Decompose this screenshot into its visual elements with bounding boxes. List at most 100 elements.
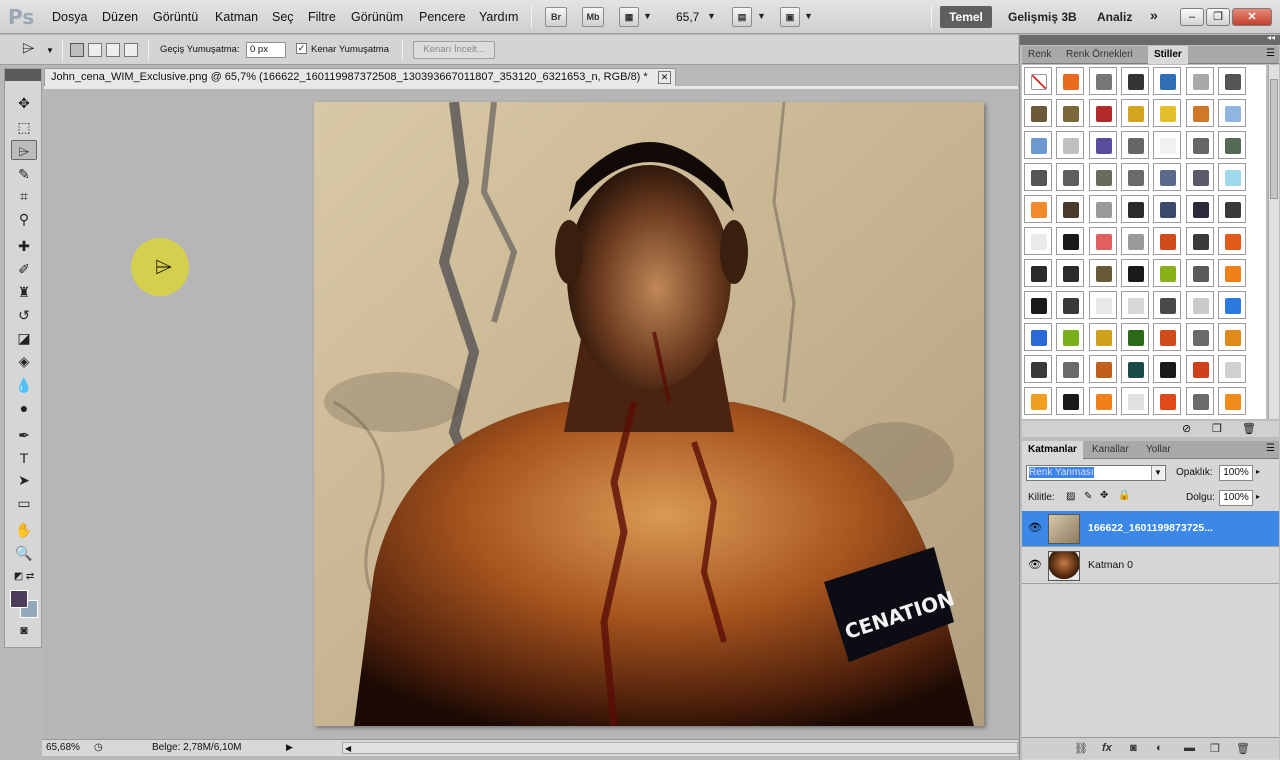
- close-icon[interactable]: ✕: [1232, 8, 1272, 26]
- pen-tool-icon[interactable]: ✒: [11, 425, 37, 445]
- eye-icon[interactable]: 👁: [1028, 521, 1042, 535]
- mini-bridge-button[interactable]: Mb: [582, 7, 604, 27]
- style-swatch[interactable]: [1056, 67, 1085, 95]
- style-swatch[interactable]: [1185, 387, 1214, 415]
- close-document-icon[interactable]: ✕: [658, 71, 671, 84]
- style-swatch[interactable]: [1217, 67, 1246, 95]
- new-selection-icon[interactable]: [70, 43, 84, 57]
- tab-channels[interactable]: Kanallar: [1086, 441, 1135, 459]
- style-swatch[interactable]: [1185, 227, 1214, 255]
- style-swatch[interactable]: [1024, 131, 1052, 159]
- adjustment-layer-icon[interactable]: ◐: [1156, 742, 1163, 754]
- fx-icon[interactable]: fx: [1102, 742, 1112, 754]
- style-swatch[interactable]: [1185, 195, 1214, 223]
- style-swatch[interactable]: [1217, 291, 1246, 319]
- menu-select[interactable]: Seç: [272, 10, 294, 24]
- style-swatch[interactable]: [1185, 163, 1214, 191]
- style-swatch[interactable]: [1056, 195, 1085, 223]
- panel-menu-icon[interactable]: ☰: [1266, 443, 1275, 454]
- more-workspaces-icon[interactable]: »: [1150, 7, 1158, 23]
- style-swatch[interactable]: [1120, 131, 1149, 159]
- blend-mode-select[interactable]: Renk Yanması ▼: [1026, 465, 1166, 481]
- tab-layers[interactable]: Katmanlar: [1022, 441, 1083, 459]
- horizontal-scrollbar[interactable]: ◀: [342, 742, 1018, 754]
- styles-scroll-thumb[interactable]: [1270, 79, 1278, 199]
- layer-row[interactable]: 👁 166622_1601199873725...: [1022, 511, 1279, 547]
- chevron-down-icon[interactable]: ▼: [643, 11, 652, 21]
- style-swatch[interactable]: [1120, 355, 1149, 383]
- style-swatch[interactable]: [1088, 227, 1117, 255]
- tab-styles[interactable]: Stiller: [1148, 46, 1188, 64]
- workspace-essentials-button[interactable]: Temel: [940, 6, 992, 28]
- move-tool-icon[interactable]: ✥: [11, 93, 37, 113]
- style-swatch[interactable]: [1153, 131, 1182, 159]
- lock-position-icon[interactable]: ✥: [1100, 490, 1108, 501]
- feather-input[interactable]: 0 px: [246, 42, 286, 58]
- style-swatch[interactable]: [1153, 99, 1182, 127]
- style-swatch[interactable]: [1024, 163, 1052, 191]
- menu-edit[interactable]: Düzen: [102, 10, 138, 24]
- style-swatch[interactable]: [1056, 259, 1085, 287]
- style-swatch[interactable]: [1024, 227, 1052, 255]
- style-swatch[interactable]: [1185, 323, 1214, 351]
- arrange-documents-icon[interactable]: ▤: [732, 7, 752, 27]
- chevron-down-icon[interactable]: ▼: [757, 11, 766, 21]
- menu-window[interactable]: Pencere: [419, 10, 466, 24]
- trash-icon[interactable]: 🗑: [1236, 742, 1250, 755]
- style-swatch[interactable]: [1056, 99, 1085, 127]
- restore-icon[interactable]: ❐: [1206, 8, 1230, 26]
- zoom-tool-icon[interactable]: 🔍: [11, 543, 37, 563]
- zoom-level[interactable]: 65,7: [676, 10, 699, 24]
- polygonal-lasso-icon[interactable]: ⌲: [22, 40, 34, 58]
- dodge-tool-icon[interactable]: ●: [11, 398, 37, 418]
- layer-row[interactable]: 👁 Katman 0: [1022, 548, 1279, 584]
- document-tab[interactable]: John_cena_WIM_Exclusive.png @ 65,7% (166…: [44, 68, 676, 86]
- shape-tool-icon[interactable]: ▭: [11, 493, 37, 513]
- intersect-selection-icon[interactable]: [124, 43, 138, 57]
- menu-help[interactable]: Yardım: [479, 10, 518, 24]
- type-tool-icon[interactable]: T: [11, 448, 37, 468]
- chevron-down-icon[interactable]: ▼: [46, 46, 54, 55]
- menu-filter[interactable]: Filtre: [308, 10, 336, 24]
- tab-paths[interactable]: Yollar: [1140, 441, 1177, 459]
- status-menu-icon[interactable]: ▶: [286, 740, 293, 755]
- style-swatch[interactable]: [1056, 387, 1085, 415]
- scroll-left-icon[interactable]: ◀: [345, 741, 351, 756]
- minimize-icon[interactable]: –: [1180, 8, 1204, 26]
- style-swatch[interactable]: [1024, 355, 1052, 383]
- style-swatch[interactable]: [1056, 355, 1085, 383]
- style-swatch[interactable]: [1088, 67, 1117, 95]
- marquee-tool-icon[interactable]: ⬚: [11, 117, 37, 137]
- style-swatch[interactable]: [1088, 291, 1117, 319]
- fill-input[interactable]: 100%: [1219, 490, 1253, 506]
- opacity-input[interactable]: 100%: [1219, 465, 1253, 481]
- style-swatch[interactable]: [1088, 387, 1117, 415]
- lock-pixels-icon[interactable]: ✎: [1084, 491, 1092, 502]
- swap-colors-icon[interactable]: ◩ ⇄: [11, 567, 37, 587]
- style-swatch[interactable]: [1153, 163, 1182, 191]
- style-swatch[interactable]: [1217, 387, 1246, 415]
- style-swatch[interactable]: [1185, 67, 1214, 95]
- style-swatch[interactable]: [1120, 195, 1149, 223]
- lock-all-icon[interactable]: 🔒: [1118, 490, 1130, 501]
- style-swatch[interactable]: [1185, 291, 1214, 319]
- style-swatch[interactable]: [1120, 259, 1149, 287]
- style-swatch[interactable]: [1153, 259, 1182, 287]
- style-swatch[interactable]: [1153, 195, 1182, 223]
- style-swatch[interactable]: [1024, 387, 1052, 415]
- panel-menu-icon[interactable]: ☰: [1266, 48, 1275, 59]
- menu-view[interactable]: Görünüm: [351, 10, 403, 24]
- style-swatch[interactable]: [1056, 227, 1085, 255]
- style-swatch[interactable]: [1024, 291, 1052, 319]
- style-swatch[interactable]: [1056, 163, 1085, 191]
- history-brush-tool-icon[interactable]: ↺: [11, 305, 37, 325]
- quick-selection-tool-icon[interactable]: ✎: [11, 164, 37, 184]
- clone-stamp-tool-icon[interactable]: ♜: [11, 282, 37, 302]
- layer-name[interactable]: Katman 0: [1088, 559, 1133, 571]
- style-swatch[interactable]: [1120, 163, 1149, 191]
- foreground-color-swatch[interactable]: [10, 590, 28, 608]
- menu-file[interactable]: Dosya: [52, 10, 87, 24]
- style-swatch[interactable]: [1088, 99, 1117, 127]
- opacity-slider-icon[interactable]: ▸: [1256, 467, 1260, 476]
- fill-slider-icon[interactable]: ▸: [1256, 492, 1260, 501]
